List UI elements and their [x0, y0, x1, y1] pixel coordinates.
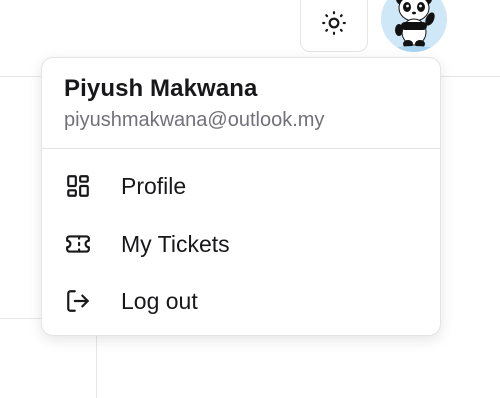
user-name: Piyush Makwana [64, 75, 258, 102]
theme-toggle-button[interactable] [300, 0, 368, 52]
dashboard-grid-icon [65, 173, 91, 199]
menu-item-my-tickets[interactable]: My Tickets [50, 220, 432, 268]
menu-item-my-tickets-label: My Tickets [121, 231, 230, 257]
sun-icon [321, 10, 347, 41]
menu-item-profile[interactable]: Profile [50, 162, 432, 210]
user-info: Piyush Makwana piyushmakwana@outlook.my [64, 74, 324, 133]
menu-separator [42, 148, 440, 149]
avatar[interactable] [381, 0, 447, 52]
ticket-icon [65, 231, 91, 257]
menu-item-log-out[interactable]: Log out [50, 277, 432, 325]
panda-avatar-icon [394, 0, 435, 52]
log-out-icon [65, 288, 91, 314]
user-dropdown-menu: Piyush Makwana piyushmakwana@outlook.my … [41, 57, 441, 336]
menu-item-log-out-label: Log out [121, 288, 198, 314]
user-email: piyushmakwana@outlook.my [64, 109, 325, 131]
menu-item-profile-label: Profile [121, 173, 187, 199]
